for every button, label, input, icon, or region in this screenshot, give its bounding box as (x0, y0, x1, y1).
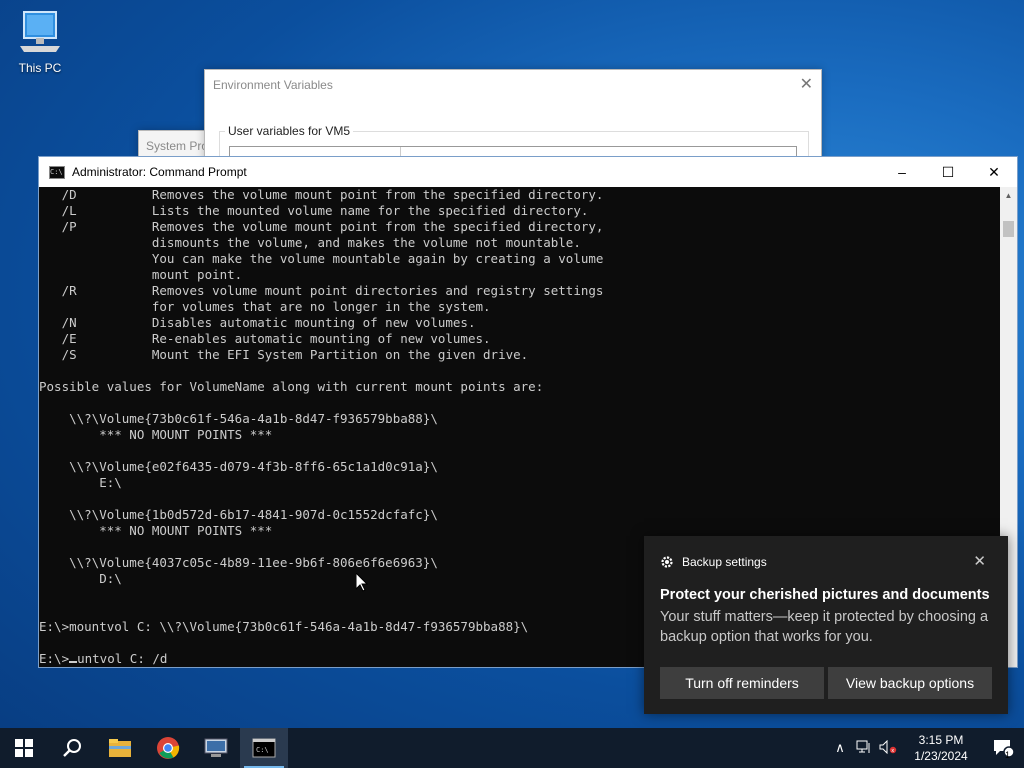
console-line: *** NO MOUNT POINTS *** (39, 427, 273, 442)
text-cursor (69, 661, 78, 663)
console-line: /R Removes volume mount point directorie… (39, 283, 604, 298)
console-line: mount point. (39, 267, 243, 282)
console-line: You can make the volume mountable again … (39, 251, 604, 266)
file-explorer-icon (109, 739, 131, 757)
env-close-button[interactable]: ✕ (800, 74, 813, 94)
command-input[interactable]: untvol C: /d (77, 651, 167, 666)
cmd-app-icon: C:\ (49, 165, 65, 179)
console-line: Possible values for VolumeName along wit… (39, 379, 544, 394)
system-tray: ∧ x 3:15 PM 1/23/2024 1 (828, 728, 1024, 768)
scrollbar-thumb[interactable] (1003, 221, 1014, 237)
desktop-icon-this-pc[interactable]: This PC (12, 8, 68, 75)
remote-desktop-icon (204, 738, 228, 757)
clock-date: 1/23/2024 (914, 749, 968, 763)
console-line: \\?\Volume{73b0c61f-546a-4a1b-8d47-f9365… (39, 411, 438, 426)
show-hidden-icons-chevron-up-icon[interactable]: ∧ (828, 740, 852, 756)
close-button[interactable]: ✕ (971, 157, 1017, 187)
user-variables-label: User variables for VM5 (225, 124, 354, 138)
view-backup-options-button[interactable]: View backup options (828, 667, 992, 699)
remote-desktop-button[interactable] (192, 728, 240, 768)
taskbar: C:\ ∧ x 3:15 PM 1/23/2024 1 (0, 728, 1024, 768)
console-line: dismounts the volume, and makes the volu… (39, 235, 581, 250)
svg-text:C:\: C:\ (256, 746, 269, 754)
console-line: for volumes that are no longer in the sy… (39, 299, 491, 314)
cmd-title: Administrator: Command Prompt (72, 165, 247, 179)
search-button[interactable] (48, 728, 96, 768)
console-line: /P Removes the volume mount point from t… (39, 219, 604, 234)
chrome-button[interactable] (144, 728, 192, 768)
env-window-title: Environment Variables (213, 78, 333, 92)
windows-logo-icon (15, 739, 33, 757)
network-icon[interactable] (852, 740, 876, 757)
gear-icon (661, 556, 673, 568)
toast-body: Your stuff matters—keep it protected by … (660, 609, 989, 645)
cmd-titlebar[interactable]: C:\ Administrator: Command Prompt – ☐ ✕ (39, 157, 1017, 187)
computer-icon (20, 11, 60, 52)
mouse-pointer-icon (356, 573, 368, 592)
notification-count: 1 (1005, 750, 1011, 760)
toast-title: Protect your cherished pictures and docu… (660, 587, 990, 603)
command-prompt-icon: C:\ (252, 738, 276, 758)
file-explorer-button[interactable] (96, 728, 144, 768)
minimize-button[interactable]: – (879, 157, 925, 187)
command-prompt-taskbar-button[interactable]: C:\ (240, 728, 288, 768)
console-line: /N Disables automatic mounting of new vo… (39, 315, 476, 330)
toast-app-name: Backup settings (682, 555, 767, 569)
console-line: /S Mount the EFI System Partition on the… (39, 347, 529, 362)
backup-toast-notification[interactable]: Backup settings ✕ Protect your cherished… (644, 536, 1008, 714)
console-line: /D Removes the volume mount point from t… (39, 187, 604, 202)
toast-header: Backup settings (660, 555, 767, 569)
clock-time: 3:15 PM (918, 733, 964, 747)
desktop-icon-label: This PC (18, 61, 62, 75)
scroll-up-arrow-icon[interactable]: ▲ (1000, 187, 1017, 204)
console-line: \\?\Volume{e02f6435-d079-4f3b-8ff6-65c1a… (39, 459, 438, 474)
toast-close-button[interactable]: ✕ (973, 552, 986, 570)
console-line: E:\ (39, 475, 122, 490)
console-line: /E Re-enables automatic mounting of new … (39, 331, 491, 346)
search-icon (63, 739, 81, 757)
notification-icon (994, 740, 1014, 758)
start-button[interactable] (0, 728, 48, 768)
action-center-button[interactable]: 1 (982, 738, 1024, 760)
console-line: \\?\Volume{1b0d572d-6b17-4841-907d-0c155… (39, 507, 438, 522)
svg-text:x: x (891, 748, 894, 754)
console-line: /L Lists the mounted volume name for the… (39, 203, 589, 218)
clock[interactable]: 3:15 PM 1/23/2024 (900, 732, 982, 764)
volume-muted-icon[interactable]: x (876, 739, 900, 757)
prompt: E:\> (39, 651, 70, 666)
turn-off-reminders-button[interactable]: Turn off reminders (660, 667, 824, 699)
maximize-button[interactable]: ☐ (925, 157, 971, 187)
chrome-icon (157, 737, 180, 759)
